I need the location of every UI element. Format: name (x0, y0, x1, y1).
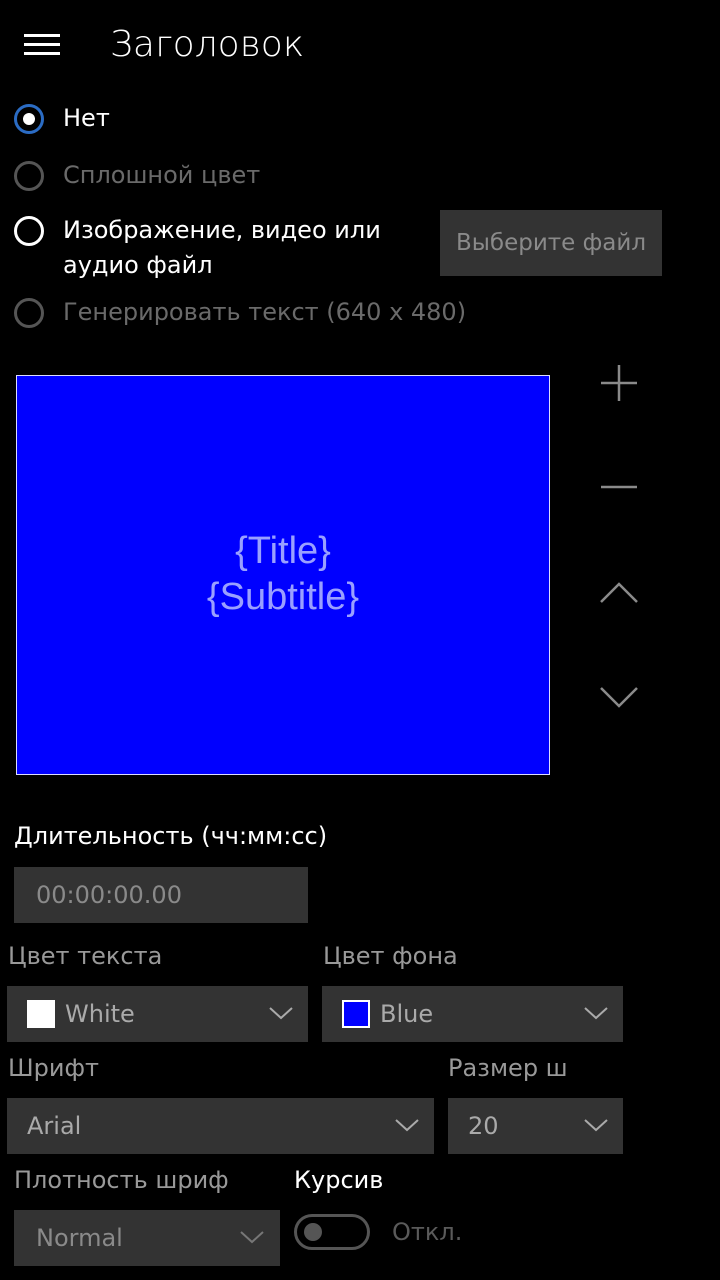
radio-label-media-file: Изображение, видео или аудио файл (63, 213, 381, 283)
radio-media-file[interactable]: Изображение, видео или аудио файл (14, 216, 381, 283)
italic-label: Курсив (294, 1166, 384, 1194)
font-weight-dropdown[interactable]: Normal (14, 1210, 280, 1266)
chevron-down-icon[interactable] (598, 676, 640, 718)
chevron-down-icon (584, 1119, 608, 1132)
radio-button-disabled (14, 161, 44, 191)
radio-label-generate-text: Генерировать текст (640 x 480) (63, 298, 467, 326)
choose-file-button[interactable]: Выберите файл (440, 210, 662, 276)
preview-subtitle-placeholder: {Subtitle} (206, 576, 360, 618)
duration-label: Длительность (чч:мм:сс) (14, 822, 328, 850)
chevron-up-icon[interactable] (598, 572, 640, 614)
text-color-swatch (27, 1000, 55, 1028)
background-color-dropdown[interactable]: Blue (322, 986, 623, 1042)
chevron-down-icon (269, 1007, 293, 1020)
chevron-down-icon (395, 1119, 419, 1132)
font-value: Arial (27, 1112, 82, 1140)
background-color-value: Blue (380, 1000, 434, 1028)
page-title: Заголовок (110, 24, 305, 65)
font-size-dropdown[interactable]: 20 (448, 1098, 623, 1154)
minus-icon[interactable] (598, 466, 640, 508)
radio-button-disabled (14, 298, 44, 328)
toggle-knob (304, 1223, 322, 1241)
font-weight-value: Normal (36, 1224, 123, 1252)
radio-label-line1: Изображение, видео или (63, 216, 381, 244)
radio-solid-color[interactable]: Сплошной цвет (14, 161, 260, 193)
font-size-label: Размер шр (448, 1054, 568, 1082)
radio-label-solid-color: Сплошной цвет (63, 161, 261, 189)
preview-title-placeholder: {Title} (235, 530, 331, 572)
radio-button-selected[interactable] (14, 104, 44, 134)
font-label: Шрифт (8, 1054, 99, 1082)
font-size-value: 20 (468, 1112, 499, 1140)
font-weight-label: Плотность шрифт (14, 1166, 228, 1194)
radio-label-none: Нет (63, 104, 110, 132)
duration-input[interactable]: 00:00:00.00 (14, 867, 308, 923)
italic-state-label: Откл. (392, 1218, 463, 1246)
background-color-label: Цвет фона (323, 942, 458, 970)
chevron-down-icon (584, 1007, 608, 1020)
radio-generate-text[interactable]: Генерировать текст (640 x 480) (14, 298, 466, 330)
background-color-swatch (342, 1000, 370, 1028)
radio-label-line2: аудио файл (63, 251, 213, 279)
radio-button[interactable] (14, 216, 44, 246)
title-preview: {Title} {Subtitle} (16, 375, 550, 775)
radio-none[interactable]: Нет (14, 104, 110, 136)
text-color-dropdown[interactable]: White (7, 986, 308, 1042)
italic-toggle[interactable] (294, 1214, 370, 1250)
hamburger-menu-icon[interactable] (24, 34, 60, 56)
text-color-value: White (65, 1000, 135, 1028)
font-dropdown[interactable]: Arial (7, 1098, 434, 1154)
text-color-label: Цвет текста (8, 942, 163, 970)
chevron-down-icon (240, 1231, 264, 1244)
plus-icon[interactable] (598, 362, 640, 404)
